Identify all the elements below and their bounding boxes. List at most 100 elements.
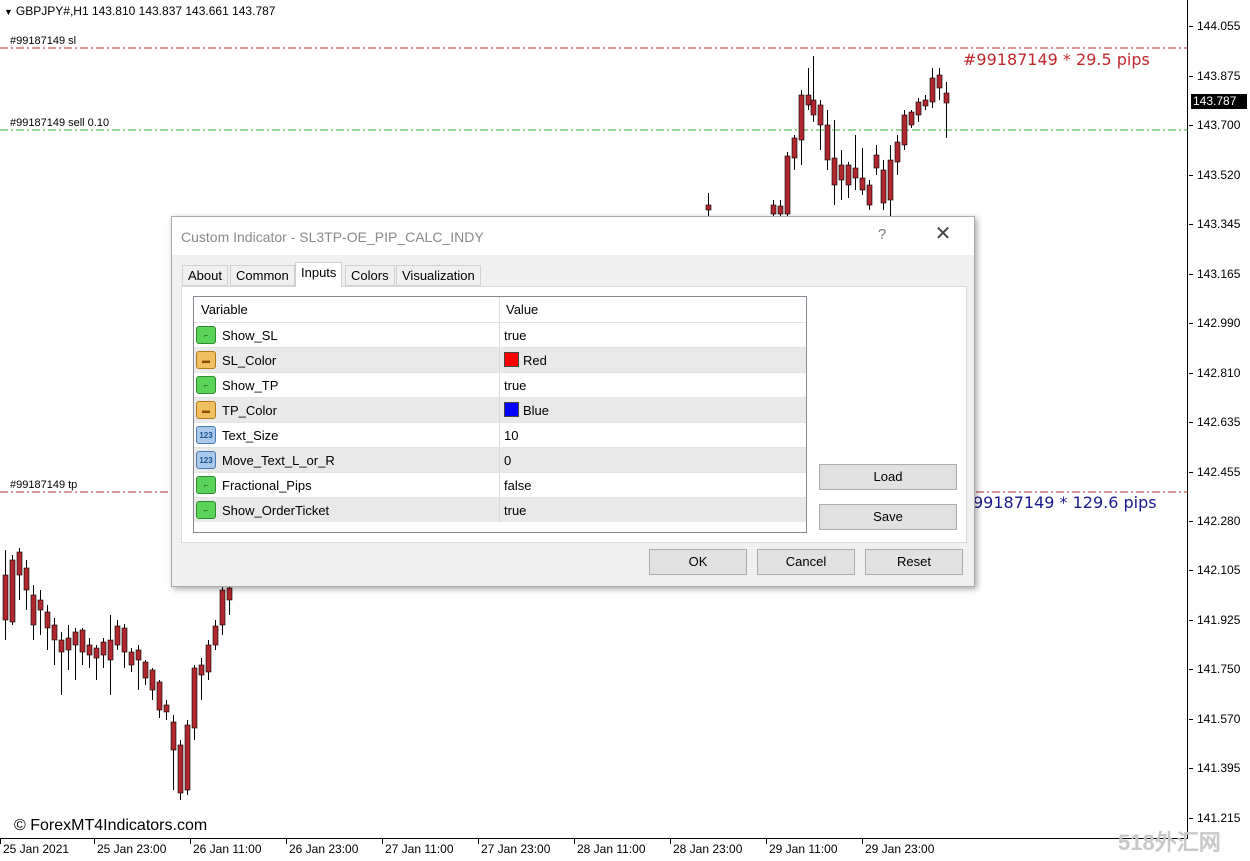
time-tick-label: 28 Jan 11:00 <box>574 839 646 856</box>
candle-body <box>219 589 226 626</box>
candle-body <box>9 559 16 623</box>
tab-colors[interactable]: Colors <box>345 265 395 286</box>
tab-visualization[interactable]: Visualization <box>396 265 481 286</box>
candle-body <box>107 639 114 661</box>
symbol-ohlc: GBPJPY#,H1 143.810 143.837 143.661 143.7… <box>15 4 276 18</box>
variable-value[interactable]: Red <box>523 353 547 368</box>
time-tick-label: 26 Jan 23:00 <box>285 839 359 856</box>
load-button[interactable]: Load <box>819 464 957 490</box>
tab-inputs[interactable]: Inputs <box>295 262 343 287</box>
input-row[interactable]: ▬ TP_Color Blue <box>194 397 806 422</box>
price-tick-label: 142.810 <box>1188 366 1241 380</box>
variable-value[interactable]: false <box>504 478 531 493</box>
price-tick-label: 143.520 <box>1188 168 1241 182</box>
time-tick-label: 25 Jan 23:00 <box>93 839 167 856</box>
column-separator <box>499 398 500 422</box>
candle-body <box>72 631 79 646</box>
candle-body <box>51 624 58 641</box>
candle-body <box>2 574 9 621</box>
symbol-info: ▼ GBPJPY#,H1 143.810 143.837 143.661 143.… <box>4 4 275 18</box>
time-tick-label: 26 Jan 11:00 <box>190 839 262 856</box>
candle-body <box>831 157 838 186</box>
price-tick-label: 143.875 <box>1188 69 1241 83</box>
candle-body <box>212 625 219 646</box>
variable-value[interactable]: true <box>504 503 526 518</box>
input-row[interactable]: ⌐ Show_TP true <box>194 372 806 397</box>
column-separator <box>499 373 500 397</box>
reset-button[interactable]: Reset <box>865 549 963 575</box>
column-separator <box>499 448 500 472</box>
time-axis: 25 Jan 2021 25 Jan 23:00 26 Jan 11:00 26 Ja… <box>0 839 1189 861</box>
cancel-button[interactable]: Cancel <box>757 549 855 575</box>
sell-line-label: #99187149 sell 0.10 <box>10 117 110 129</box>
column-header-variable[interactable]: Variable <box>201 302 248 317</box>
price-tick-label: 142.105 <box>1188 563 1241 577</box>
current-price-badge: 143.787 <box>1191 94 1247 109</box>
candle-body <box>770 204 777 215</box>
column-header-value[interactable]: Value <box>506 302 538 317</box>
color-swatch[interactable] <box>504 352 519 367</box>
copyright-text: © ForexMT4Indicators.com <box>14 817 208 834</box>
watermark-logo: 518外汇网 <box>1118 830 1221 855</box>
candle-body <box>817 104 824 126</box>
tab-common[interactable]: Common <box>230 265 295 286</box>
help-icon[interactable]: ? <box>878 226 886 243</box>
candle-body <box>226 587 233 601</box>
candle-body <box>135 649 142 661</box>
input-row[interactable]: 123 Text_Size 10 <box>194 422 806 447</box>
sl-line-label: #99187149 sl <box>10 35 77 47</box>
price-axis: 144.055 143.875 143.700 143.520 143.345 143.1… <box>1188 0 1250 839</box>
price-tick-label: 141.570 <box>1188 712 1241 726</box>
price-tick-label: 142.280 <box>1188 514 1241 528</box>
tab-about[interactable]: About <box>182 265 228 286</box>
input-row[interactable]: ▬ SL_Color Red <box>194 347 806 372</box>
ok-button[interactable]: OK <box>649 549 747 575</box>
candle-body <box>128 651 135 666</box>
input-row[interactable]: 123 Move_Text_L_or_R 0 <box>194 447 806 472</box>
grid-header: Variable Value <box>194 297 806 322</box>
time-tick-label: 25 Jan 2021 <box>0 839 70 856</box>
candle-body <box>784 155 791 215</box>
bool-variable-icon: ⌐ <box>196 501 216 519</box>
candle-body <box>163 704 170 713</box>
close-icon[interactable]: ✕ <box>932 223 954 245</box>
input-row[interactable]: ⌐ Show_OrderTicket true <box>194 497 806 522</box>
candle-body <box>114 625 121 646</box>
price-tick-label: 144.055 <box>1188 19 1241 33</box>
column-separator <box>499 348 500 372</box>
candle-body <box>184 724 191 791</box>
candle-body <box>915 101 922 116</box>
header-separator <box>499 297 500 322</box>
candle-body <box>100 641 107 656</box>
candle-body <box>929 77 936 103</box>
candle-body <box>901 114 908 146</box>
variable-value[interactable]: 0 <box>504 453 511 468</box>
price-tick-label: 141.750 <box>1188 662 1241 676</box>
dropdown-triangle-icon[interactable]: ▼ <box>4 7 13 17</box>
variable-value[interactable]: true <box>504 378 526 393</box>
variable-value[interactable]: 10 <box>504 428 518 443</box>
candle-body <box>845 164 852 186</box>
sl-pips-text: #99187149 * 29.5 pips <box>963 50 1150 69</box>
candle-body <box>873 154 880 169</box>
dialog-title: Custom Indicator - SL3TP-OE_PIP_CALC_IND… <box>181 229 484 245</box>
variable-name: TP_Color <box>222 403 277 418</box>
input-row[interactable]: ⌐ Fractional_Pips false <box>194 472 806 497</box>
candle-body <box>824 124 831 161</box>
candle-body <box>805 94 812 106</box>
time-tick-label: 29 Jan 23:00 <box>861 839 935 856</box>
color-swatch[interactable] <box>504 402 519 417</box>
candle-body <box>58 639 65 653</box>
inputs-grid: Variable Value ⌐ Show_SL true ▬ SL_Color Red ⌐… <box>193 296 807 533</box>
dialog-titlebar[interactable]: Custom Indicator - SL3TP-OE_PIP_CALC_IND… <box>172 217 974 255</box>
price-tick-label: 141.395 <box>1188 761 1241 775</box>
candle-body <box>908 111 915 126</box>
candle-body <box>79 629 86 653</box>
input-row[interactable]: ⌐ Show_SL true <box>194 322 806 347</box>
variable-name: Show_SL <box>222 328 278 343</box>
bool-variable-icon: ⌐ <box>196 476 216 494</box>
save-button[interactable]: Save <box>819 504 957 530</box>
candle-body <box>198 664 205 676</box>
variable-value[interactable]: true <box>504 328 526 343</box>
variable-value[interactable]: Blue <box>523 403 549 418</box>
